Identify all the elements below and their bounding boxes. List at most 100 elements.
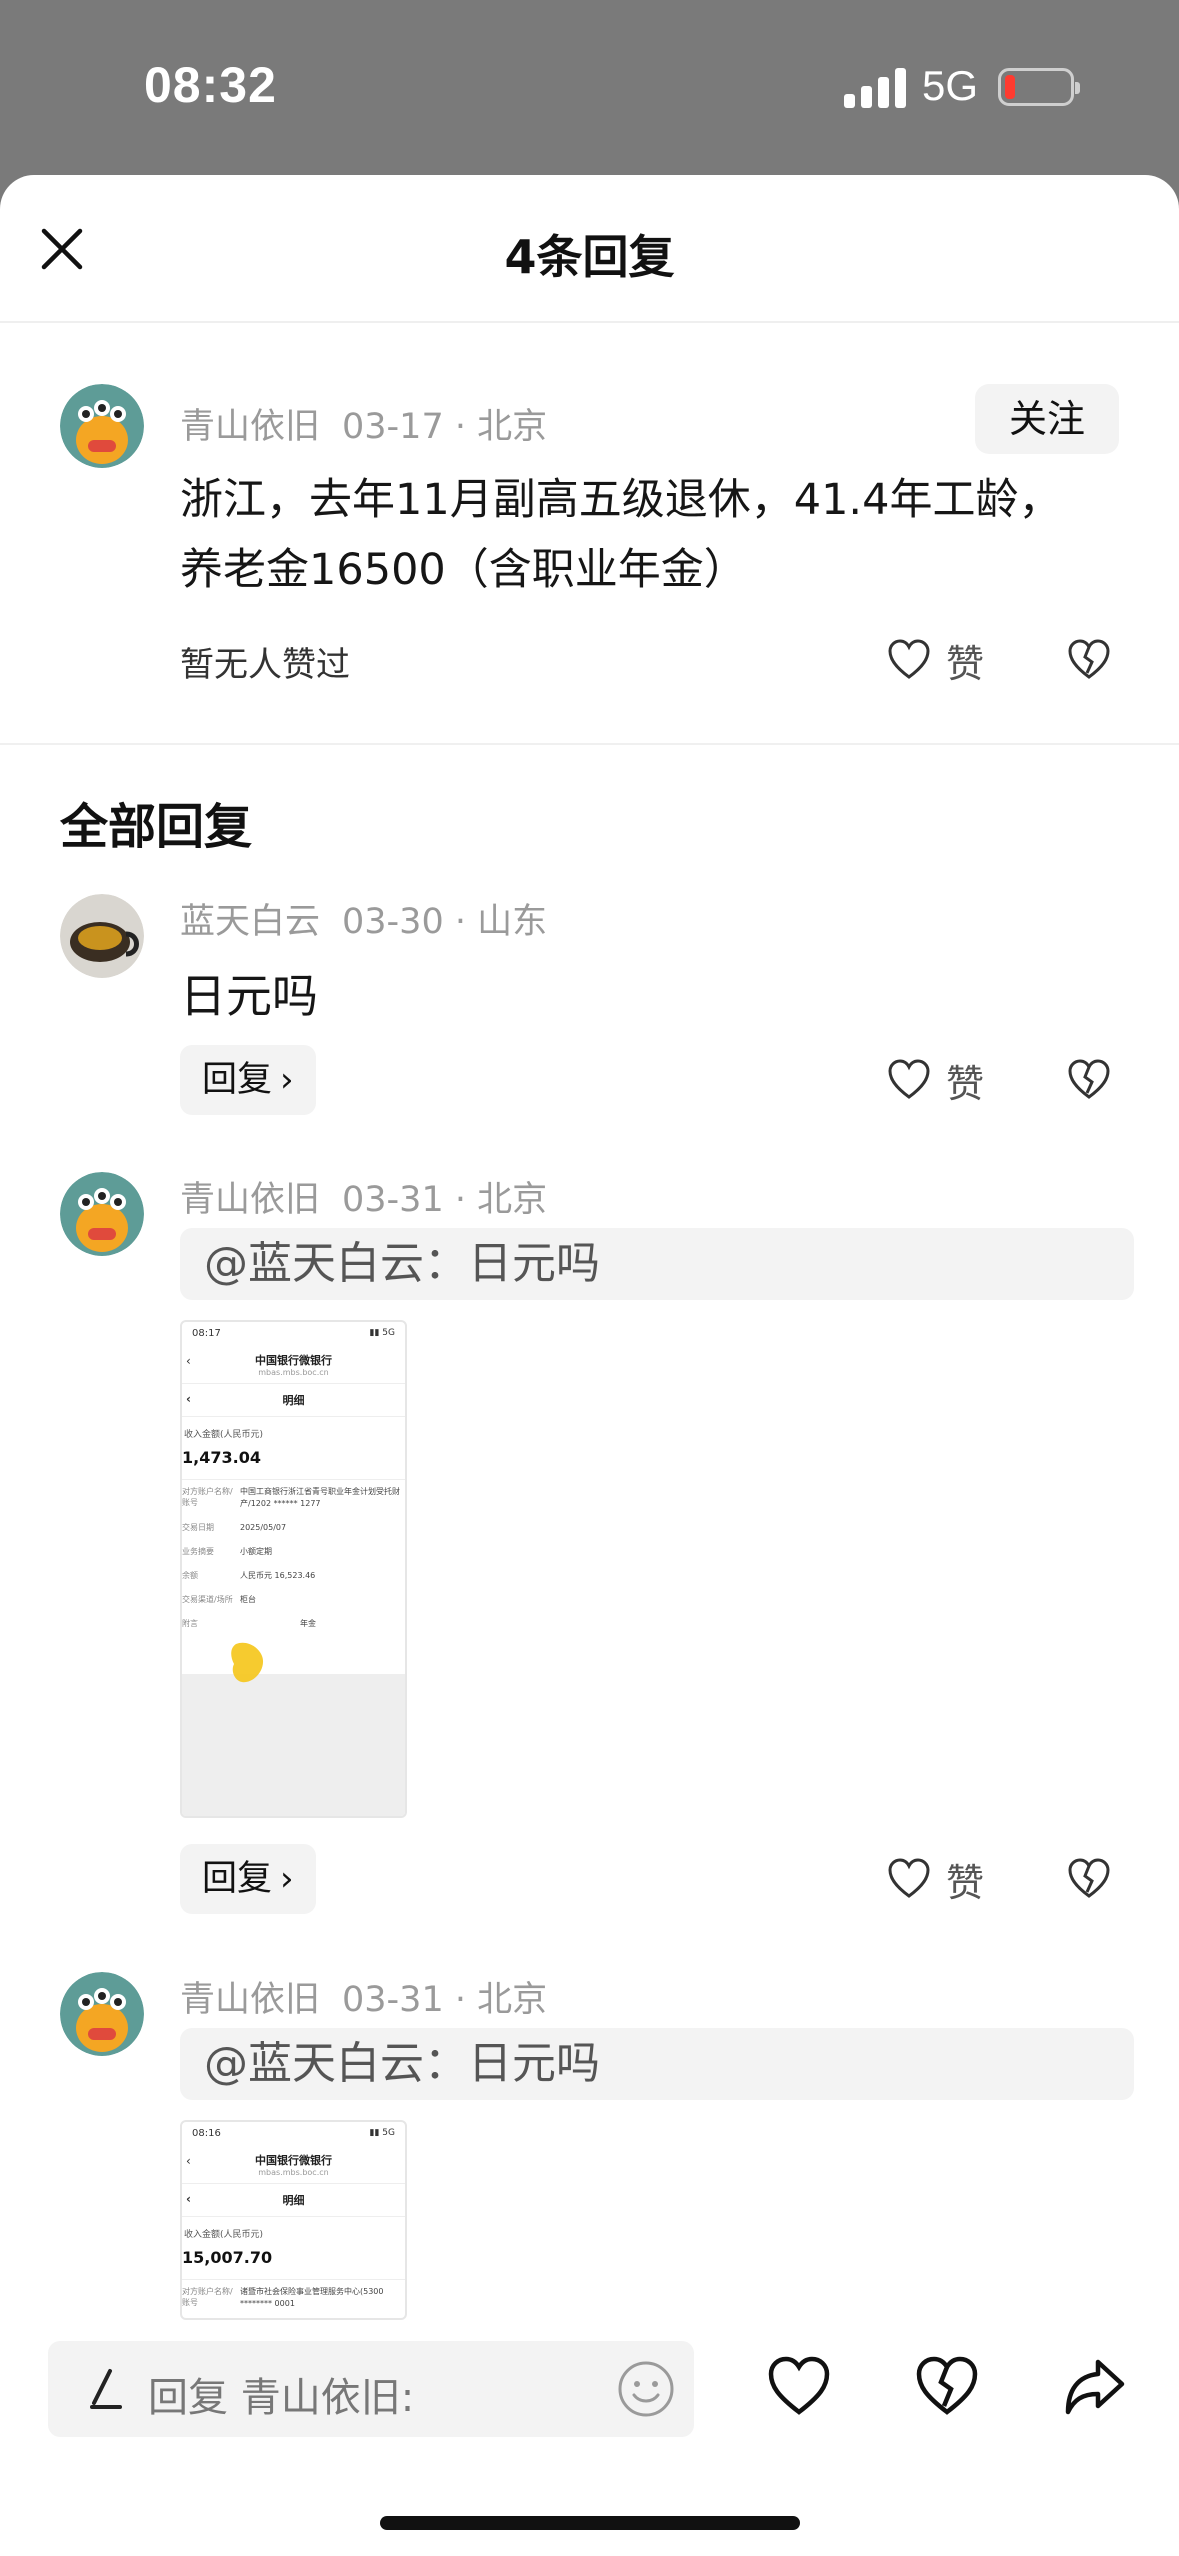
shot-url-text: mbas.mbs.boc.cn	[258, 2168, 329, 2177]
quoted-reply: @蓝天白云：日元吗	[180, 2028, 1134, 2100]
row-value: 2025/05/07	[240, 1523, 287, 1532]
comment-author: 青山依旧 03-17 · 北京	[180, 398, 547, 449]
row-value: 小额定期	[240, 1547, 272, 1556]
likes-status: 暂无人赞过	[180, 645, 350, 685]
shot-bank-title: 中国银行微银行	[255, 2154, 332, 2167]
shot-row: 附言 年金	[182, 1612, 405, 1636]
pen-icon	[90, 2369, 122, 2409]
avatar[interactable]	[60, 1172, 144, 1256]
shot-amount: 15,007.70	[182, 2240, 405, 2280]
reply-button[interactable]: 回复 ›	[180, 1045, 316, 1115]
signal-icon: ▮▮ 5G	[369, 2128, 395, 2138]
shot-row: 对方账户名称/账号 中国工商银行浙江省青号职业年金计划受托财产/1202 ****…	[182, 1480, 405, 1516]
shot-amount-label: 收入金额(人民币元)	[184, 2230, 264, 2240]
like-label: 赞	[946, 1061, 985, 1106]
shot-row: 对方账户名称/账号 诸暨市社会保险事业管理服务中心(5300 ******** 0…	[182, 2280, 405, 2316]
attached-screenshot[interactable]: 08:16 ▮▮ 5G 中国银行微银行 ‹ mbas.mbs.boc.cn ‹ 明细 …	[180, 2120, 407, 2320]
reply-author: 蓝天白云 03-30 · 山东	[180, 893, 547, 944]
row-key: 对方账户名称/账号	[182, 1487, 233, 1507]
heart-icon	[888, 1858, 930, 1898]
redaction-smudge	[231, 1642, 264, 1683]
row-key: 附言	[182, 1619, 198, 1628]
author-name[interactable]: 青山依旧	[180, 407, 320, 447]
chevron-right-icon: ›	[280, 1060, 294, 1100]
sheet-title: 4条回复	[504, 230, 675, 284]
reply-author: 青山依旧 03-31 · 北京	[180, 1171, 547, 1222]
avatar[interactable]	[60, 894, 144, 978]
reply-input-placeholder: 回复 青山依旧:	[148, 2375, 415, 2421]
author-name[interactable]: 蓝天白云	[180, 902, 320, 942]
shot-url: ‹ mbas.mbs.boc.cn	[182, 1354, 405, 1384]
shot-page-title: ‹ 明细	[182, 1384, 405, 1417]
attached-screenshot[interactable]: 08:17 ▮▮ 5G 中国银行微银行 ‹ mbas.mbs.boc.cn ‹ 明细 …	[180, 1320, 407, 1818]
reply-input[interactable]: 回复 青山依旧:	[48, 2341, 694, 2437]
author-name[interactable]: 青山依旧	[180, 1980, 320, 2020]
back-icon: ‹	[186, 1354, 191, 1368]
share-icon[interactable]	[1062, 2354, 1128, 2420]
section-title: 全部回复	[60, 799, 253, 855]
shot-time: 08:16	[192, 2128, 221, 2139]
reply-text: 日元吗	[180, 969, 318, 1023]
shot-row: 交易渠道/场所 柜台	[182, 1588, 405, 1612]
network-type: 5G	[922, 62, 979, 109]
comment-text: 浙江，去年11月副高五级退休，41.4年工龄，养老金16500（含职业年金）	[180, 475, 1062, 595]
like-button[interactable]: 赞	[886, 1849, 984, 1909]
heart-icon[interactable]	[766, 2354, 832, 2420]
shot-page-label: 明细	[282, 1394, 305, 1407]
reply-meta: 03-31 · 北京	[342, 1980, 548, 2020]
reply-meta: 03-31 · 北京	[342, 1180, 548, 1220]
avatar[interactable]	[60, 1972, 144, 2056]
row-value: 诸暨市社会保险事业管理服务中心(5300 ******** 0001	[240, 2287, 384, 2308]
broken-heart-icon[interactable]	[1066, 637, 1112, 683]
shot-page-title: ‹ 明细	[182, 2184, 405, 2217]
shot-time: 08:17	[192, 1328, 221, 1339]
status-bar: 08:32 5G	[0, 0, 1179, 175]
follow-button[interactable]: 关注	[975, 384, 1119, 454]
row-value: 柜台	[240, 1595, 256, 1604]
comment-meta: 03-17 · 北京	[342, 407, 548, 447]
row-value: 中国工商银行浙江省青号职业年金计划受托财产/1202 ****** 1277	[240, 1487, 400, 1508]
shot-row: 业务摘要 小额定期	[182, 1540, 405, 1564]
shot-row: 余额 人民币元 16,523.46	[182, 1564, 405, 1588]
shot-page-label: 明细	[282, 2194, 305, 2207]
shot-amount: 1,473.04	[182, 1440, 405, 1480]
broken-heart-icon[interactable]	[914, 2354, 980, 2420]
signal-icon	[844, 64, 906, 108]
back-icon: ‹	[186, 1392, 191, 1406]
signal-icon: ▮▮ 5G	[369, 1328, 395, 1338]
emoji-icon[interactable]	[616, 2359, 676, 2419]
sheet-header: 4条回复	[0, 175, 1179, 323]
row-value: 人民币元 16,523.46	[240, 1571, 316, 1580]
reply-button[interactable]: 回复 ›	[180, 1844, 316, 1914]
author-name[interactable]: 青山依旧	[180, 1180, 320, 1220]
row-key: 交易渠道/场所	[182, 1595, 233, 1604]
reply-author: 青山依旧 03-31 · 北京	[180, 1971, 547, 2022]
row-value: 年金	[300, 1619, 316, 1628]
like-button[interactable]: 赞	[886, 1050, 984, 1110]
shot-url: ‹ mbas.mbs.boc.cn	[182, 2154, 405, 2184]
reply-meta: 03-30 · 山东	[342, 902, 548, 942]
back-icon: ‹	[186, 2192, 191, 2206]
shot-url-text: mbas.mbs.boc.cn	[258, 1368, 329, 1377]
reply-label: 回复	[202, 1859, 273, 1899]
home-indicator	[380, 2516, 800, 2530]
heart-icon	[888, 639, 930, 679]
broken-heart-icon[interactable]	[1066, 1856, 1112, 1902]
shot-status: 08:16 ▮▮ 5G	[182, 2122, 405, 2148]
status-time: 08:32	[144, 57, 277, 113]
avatar[interactable]	[60, 384, 144, 468]
like-label: 赞	[946, 641, 985, 686]
shot-status: 08:17 ▮▮ 5G	[182, 1322, 405, 1348]
shot-row: 交易日期 2025/05/07	[182, 1516, 405, 1540]
battery-icon	[998, 68, 1080, 106]
reply-label: 回复	[202, 1060, 273, 1100]
shot-amount-label: 收入金额(人民币元)	[184, 1430, 264, 1440]
like-button[interactable]: 赞	[886, 630, 984, 690]
like-label: 赞	[946, 1860, 985, 1905]
shot-bank-title: 中国银行微银行	[255, 1354, 332, 1367]
row-key: 交易日期	[182, 1523, 214, 1532]
shot-blank-area	[182, 1674, 405, 1816]
broken-heart-icon[interactable]	[1066, 1057, 1112, 1103]
divider	[0, 743, 1179, 745]
heart-icon	[888, 1059, 930, 1099]
